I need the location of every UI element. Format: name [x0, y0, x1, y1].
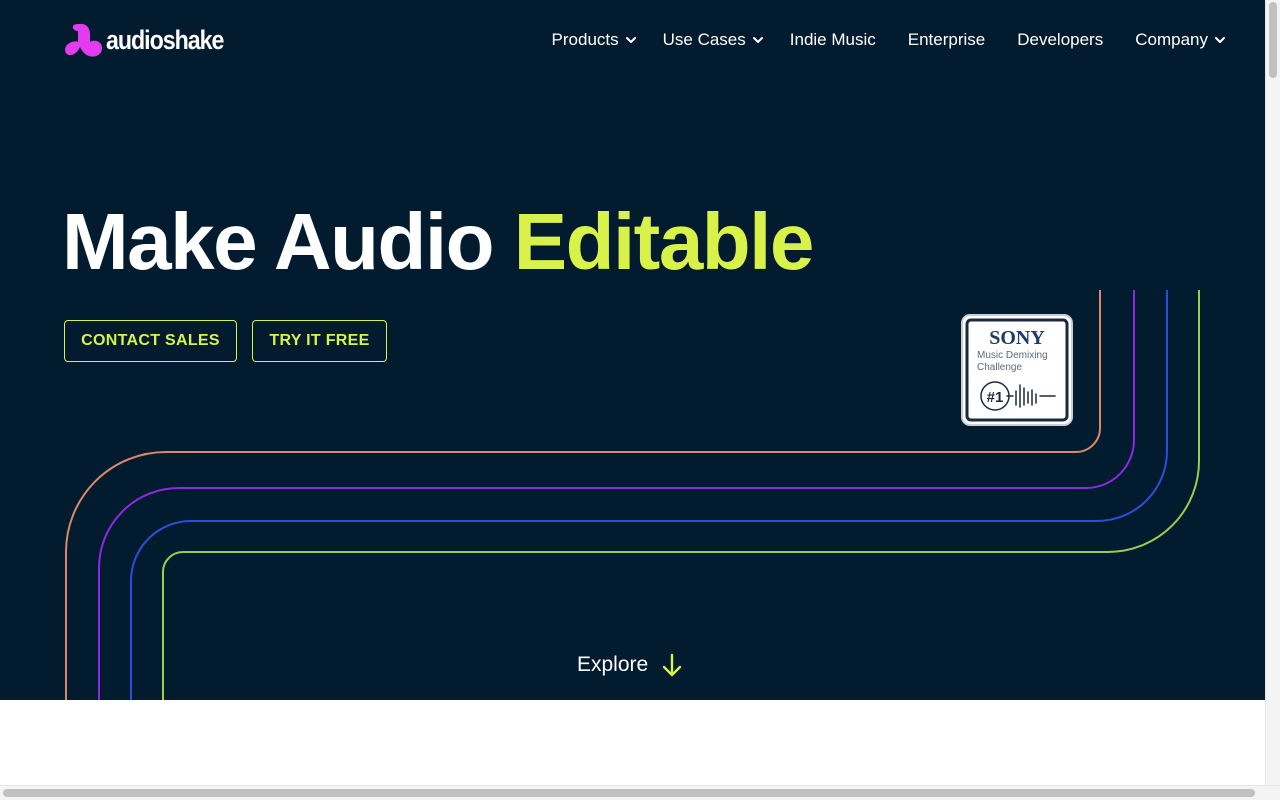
try-it-free-button[interactable]: TRY IT FREE: [252, 320, 387, 362]
nav-item-label: Products: [551, 30, 619, 49]
nav-item-label: Company: [1135, 30, 1208, 49]
nav-item-label: Indie Music: [789, 30, 876, 49]
nav-item-indie-music[interactable]: Indie Music: [790, 30, 876, 50]
explore-label: Explore: [577, 653, 649, 676]
vertical-scrollbar[interactable]: [1265, 0, 1280, 785]
chevron-down-icon: [752, 37, 763, 43]
badge-rank: #1: [987, 389, 1004, 406]
chevron-down-icon: [625, 37, 636, 43]
audioshake-logo[interactable]: audioshake: [64, 22, 243, 58]
explore-link[interactable]: Explore: [577, 652, 684, 678]
vertical-scrollbar-thumb[interactable]: [1269, 2, 1277, 78]
chevron-down-icon: [1215, 37, 1225, 43]
badge-line1: Music Demixing: [977, 350, 1048, 361]
badge-brand: SONY: [989, 327, 1045, 349]
page-viewport: audioshake Products Use Cases Indie Musi…: [0, 0, 1265, 785]
hero-section: audioshake Products Use Cases Indie Musi…: [0, 0, 1265, 700]
badge-line2: Challenge: [977, 362, 1022, 373]
horizontal-scrollbar[interactable]: [0, 785, 1280, 800]
contact-sales-button[interactable]: CONTACT SALES: [64, 320, 237, 362]
audioshake-logo-icon: [65, 23, 102, 57]
nav-item-label: Use Cases: [662, 30, 746, 49]
arrow-down-icon: [663, 653, 682, 677]
nav-item-developers[interactable]: Developers: [1017, 30, 1103, 50]
hero-headline: Make Audio Editable: [62, 196, 815, 288]
sony-challenge-badge: SONY Music Demixing Challenge #1: [961, 314, 1073, 426]
headline-main: Make Audio: [62, 197, 494, 286]
main-nav: Products Use Cases Indie Music Enterpris…: [552, 28, 1226, 52]
headline-accent: Editable: [513, 197, 815, 286]
sony-badge-graphic: SONY Music Demixing Challenge #1: [961, 314, 1073, 426]
nav-item-products[interactable]: Products: [552, 30, 637, 50]
brand-name: audioshake: [106, 24, 224, 55]
nav-item-use-cases[interactable]: Use Cases: [663, 30, 764, 50]
nav-item-company[interactable]: Company: [1135, 30, 1226, 50]
nav-item-label: Enterprise: [907, 30, 986, 49]
nav-item-label: Developers: [1017, 30, 1104, 49]
nav-item-enterprise[interactable]: Enterprise: [908, 30, 985, 50]
horizontal-scrollbar-thumb[interactable]: [3, 789, 1255, 797]
